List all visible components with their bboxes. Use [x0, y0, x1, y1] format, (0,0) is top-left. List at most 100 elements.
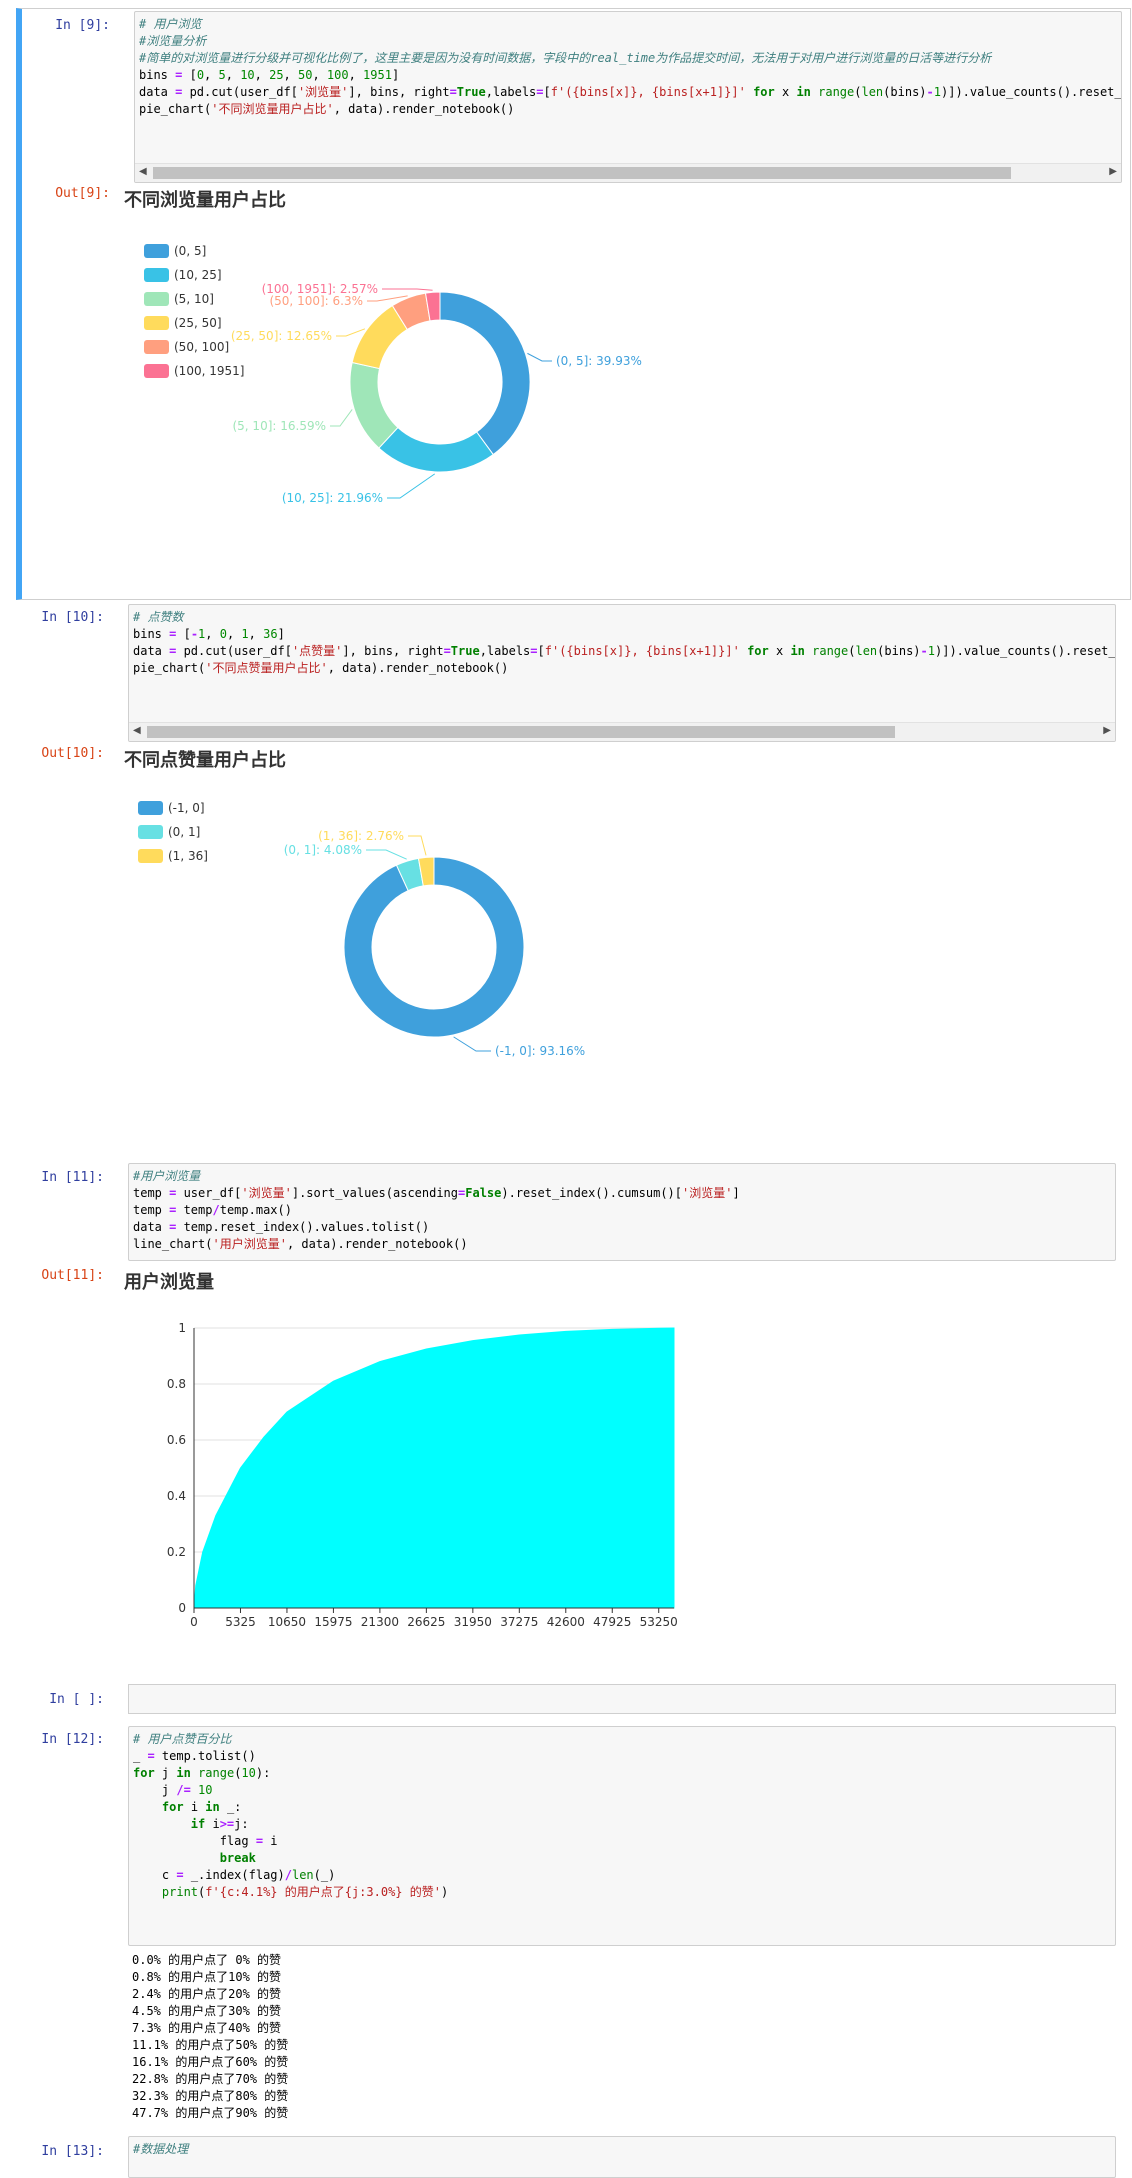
scrollbar-thumb[interactable]: [153, 167, 1011, 179]
code-token: ]: [391, 68, 400, 82]
code-editor[interactable]: #数据处理: [128, 2136, 1116, 2178]
cell-10[interactable]: In [10]: # 点赞数 bins = [-1, 0, 1, 36] dat…: [16, 602, 1124, 1162]
code-line: for i in _:: [133, 1800, 242, 1814]
code-editor[interactable]: # 用户浏览 #浏览量分析 #简单的对浏览量进行分级并可视化比例了，这里主要是因…: [134, 11, 1122, 183]
x-tick-label: 26625: [407, 1615, 445, 1629]
code-token: )]).value_counts().reset_inde: [935, 644, 1116, 658]
code-token: 1: [927, 644, 935, 658]
output-prompt: Out[9]:: [55, 186, 110, 201]
legend-item[interactable]: (0, 5]: [144, 243, 206, 259]
cell-13[interactable]: In [13]: #数据处理: [16, 2134, 1124, 2178]
code-token: # 用户浏览: [139, 17, 202, 31]
cell-9[interactable]: In [9]: # 用户浏览 #浏览量分析 #简单的对浏览量进行分级并可视化比例…: [16, 8, 1131, 600]
code-token: -: [920, 644, 928, 658]
chart-title: 不同浏览量用户占比: [124, 190, 286, 211]
code-token: ,: [205, 627, 220, 641]
code-line: # 点赞数: [133, 610, 183, 624]
output-line: 11.1% 的用户点了50% 的赞: [132, 2038, 289, 2052]
code-token: in: [796, 85, 811, 99]
code-token: for: [161, 1800, 184, 1814]
code-token: /: [284, 1868, 292, 1882]
code-text[interactable]: #用户浏览量 temp = user_df['浏览量'].sort_values…: [129, 1164, 1115, 1257]
code-token: True: [456, 85, 486, 99]
slice-label: (100, 1951]: 2.57%: [262, 282, 378, 296]
input-prompt: In [13]:: [41, 2144, 104, 2159]
code-token: #浏览量分析: [139, 34, 207, 48]
code-text[interactable]: # 用户点赞百分比 _ = temp.tolist() for j in ran…: [129, 1727, 1115, 1905]
code-token: ,: [226, 627, 242, 641]
legend-item[interactable]: (-1, 0]: [138, 800, 205, 816]
label-line: [453, 1036, 491, 1052]
code-editor[interactable]: #用户浏览量 temp = user_df['浏览量'].sort_values…: [128, 1163, 1116, 1261]
slice-label: (-1, 0]: 93.16%: [495, 1044, 585, 1058]
slice-label: (25, 50]: 12.65%: [231, 329, 332, 343]
output-line: 4.5% 的用户点了30% 的赞: [132, 2004, 282, 2018]
code-token: 0: [219, 627, 227, 641]
pie-slice[interactable]: [349, 361, 399, 449]
scroll-left-icon[interactable]: ◀: [139, 166, 147, 177]
code-line: temp = user_df['浏览量'].sort_values(ascend…: [133, 1186, 740, 1200]
code-editor[interactable]: # 用户点赞百分比 _ = temp.tolist() for j in ran…: [128, 1726, 1116, 1946]
slice-label: (10, 25]: 21.96%: [282, 491, 383, 505]
code-line: break: [133, 1851, 256, 1865]
x-tick-label: 42600: [547, 1615, 585, 1629]
horizontal-scrollbar[interactable]: ◀ ▶: [129, 722, 1115, 741]
stdout-output: 0.0% 的用户点了 0% 的赞 0.8% 的用户点了10% 的赞 2.4% 的…: [132, 1952, 288, 2122]
code-token: i: [263, 1834, 278, 1848]
code-line: j /= 10: [133, 1783, 213, 1797]
scroll-left-icon[interactable]: ◀: [133, 725, 141, 736]
input-prompt: In [12]:: [41, 1732, 104, 1747]
cell-12[interactable]: In [12]: # 用户点赞百分比 _ = temp.tolist() for…: [16, 1724, 1124, 2122]
scrollbar-thumb[interactable]: [147, 726, 895, 738]
code-token: ]: [277, 627, 285, 641]
code-token: 25: [269, 68, 284, 82]
cell-empty[interactable]: In [ ]:: [16, 1682, 1124, 1716]
output-line: 47.7% 的用户点了90% 的赞: [132, 2106, 289, 2120]
x-tick-label: 0: [190, 1615, 198, 1629]
code-token: 5: [218, 68, 226, 82]
code-token: data: [139, 85, 176, 99]
code-token: in: [790, 644, 805, 658]
code-line: data = pd.cut(user_df['浏览量'], bins, righ…: [139, 85, 1121, 99]
code-token: ,: [283, 68, 298, 82]
code-token: f'({bins[x]}, {bins[x+1]}]': [544, 644, 740, 658]
code-text[interactable]: # 用户浏览 #浏览量分析 #简单的对浏览量进行分级并可视化比例了，这里主要是因…: [135, 12, 1121, 122]
y-tick-label: 0: [178, 1601, 186, 1615]
horizontal-scrollbar[interactable]: ◀ ▶: [135, 163, 1121, 182]
pie-slice[interactable]: [378, 426, 494, 473]
code-token: ,: [254, 68, 270, 82]
label-line: [330, 409, 353, 427]
code-token: range: [812, 644, 849, 658]
code-token: >=: [219, 1817, 235, 1831]
x-tick-label: 15975: [314, 1615, 352, 1629]
code-editor[interactable]: [128, 1684, 1116, 1714]
code-token: 50: [298, 68, 313, 82]
code-token: /: [212, 1203, 220, 1217]
code-token: pd.cut(user_df[: [182, 85, 298, 99]
code-token: user_df[: [176, 1186, 242, 1200]
code-token: 100: [326, 68, 349, 82]
y-tick-label: 0.4: [167, 1489, 186, 1503]
scroll-right-icon[interactable]: ▶: [1109, 166, 1117, 177]
code-text[interactable]: #数据处理: [129, 2137, 1115, 2162]
code-editor[interactable]: # 点赞数 bins = [-1, 0, 1, 36] data = pd.cu…: [128, 604, 1116, 742]
code-token: 10: [241, 1766, 256, 1780]
cell-11[interactable]: In [11]: #用户浏览量 temp = user_df['浏览量'].so…: [16, 1160, 1124, 1660]
x-tick-label: 10650: [268, 1615, 306, 1629]
code-token: #用户浏览量: [133, 1169, 201, 1183]
code-text[interactable]: # 点赞数 bins = [-1, 0, 1, 36] data = pd.cu…: [129, 605, 1115, 681]
slice-label: (5, 10]: 16.59%: [232, 419, 326, 433]
code-line: flag = i: [133, 1834, 278, 1848]
scroll-right-icon[interactable]: ▶: [1103, 725, 1111, 736]
code-line: c = _.index(flag)/len(_): [133, 1868, 335, 1882]
code-token: '不同点赞量用户占比': [205, 661, 328, 675]
code-token: '不同浏览量用户占比': [211, 102, 334, 116]
pie-slice[interactable]: [439, 291, 531, 456]
code-token: temp.reset_index().values.tolist(): [176, 1220, 430, 1234]
label-line: [387, 473, 436, 499]
output-line: 7.3% 的用户点了40% 的赞: [132, 2021, 282, 2035]
code-token: (bins): [877, 644, 921, 658]
label-line: [527, 352, 552, 362]
